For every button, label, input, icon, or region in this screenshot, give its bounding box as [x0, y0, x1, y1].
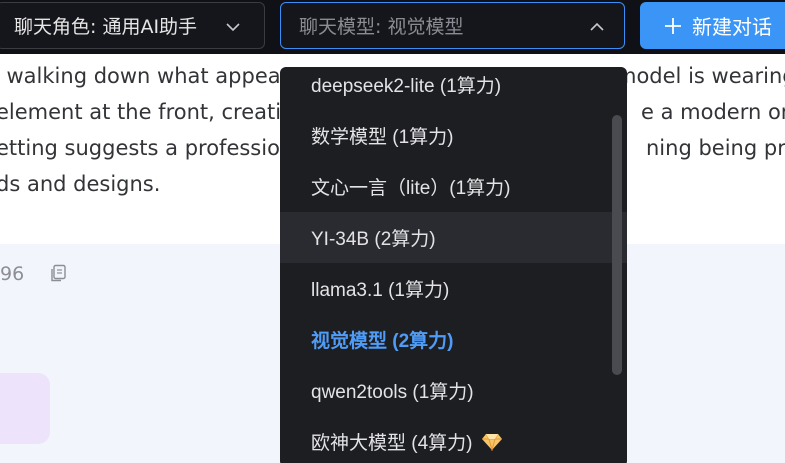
model-option[interactable]: qwen2tools (1算力): [280, 365, 627, 416]
message-text-line: element at the front, creati e a modern o…: [0, 100, 785, 124]
message-text-line: ds and designs.: [0, 172, 161, 196]
model-option[interactable]: 文心一言（lite）(1算力): [280, 161, 627, 212]
copy-icon[interactable]: [49, 264, 67, 286]
chevron-down-icon: [225, 18, 241, 40]
token-count: 96: [0, 263, 25, 285]
model-select-value: 聊天模型: 视觉模型: [299, 16, 464, 38]
role-select-value: 聊天角色: 通用AI助手: [14, 16, 198, 38]
diamond-icon: [481, 433, 503, 451]
plus-icon: [664, 17, 682, 35]
message-text-line: l walking down what appea model is wearin…: [0, 64, 785, 88]
dropdown-scrollbar[interactable]: [612, 115, 622, 375]
new-chat-button[interactable]: 新建对话: [640, 2, 785, 49]
top-bar: 聊天角色: 通用AI助手 聊天模型: 视觉模型 新建对话: [0, 0, 785, 54]
message-text-line: etting suggests a professio ning being pr…: [0, 136, 785, 160]
model-option[interactable]: deepseek2-lite (1算力): [280, 67, 627, 110]
model-option-hovered[interactable]: YI-34B (2算力): [280, 212, 627, 263]
model-option[interactable]: 数学模型 (1算力): [280, 110, 627, 161]
model-option[interactable]: llama3.1 (1算力): [280, 263, 627, 314]
model-select[interactable]: 聊天模型: 视觉模型: [280, 2, 625, 49]
role-select[interactable]: 聊天角色: 通用AI助手: [0, 2, 265, 49]
model-option[interactable]: 欧神大模型 (4算力): [280, 416, 627, 463]
user-message-bubble: [0, 373, 50, 444]
scrollbar-thumb[interactable]: [612, 115, 622, 375]
model-option-selected[interactable]: 视觉模型 (2算力): [280, 314, 627, 365]
chevron-up-icon: [589, 18, 605, 40]
model-dropdown: deepseek2-lite (1算力) 数学模型 (1算力) 文心一言（lit…: [280, 67, 627, 463]
new-chat-label: 新建对话: [692, 15, 772, 39]
